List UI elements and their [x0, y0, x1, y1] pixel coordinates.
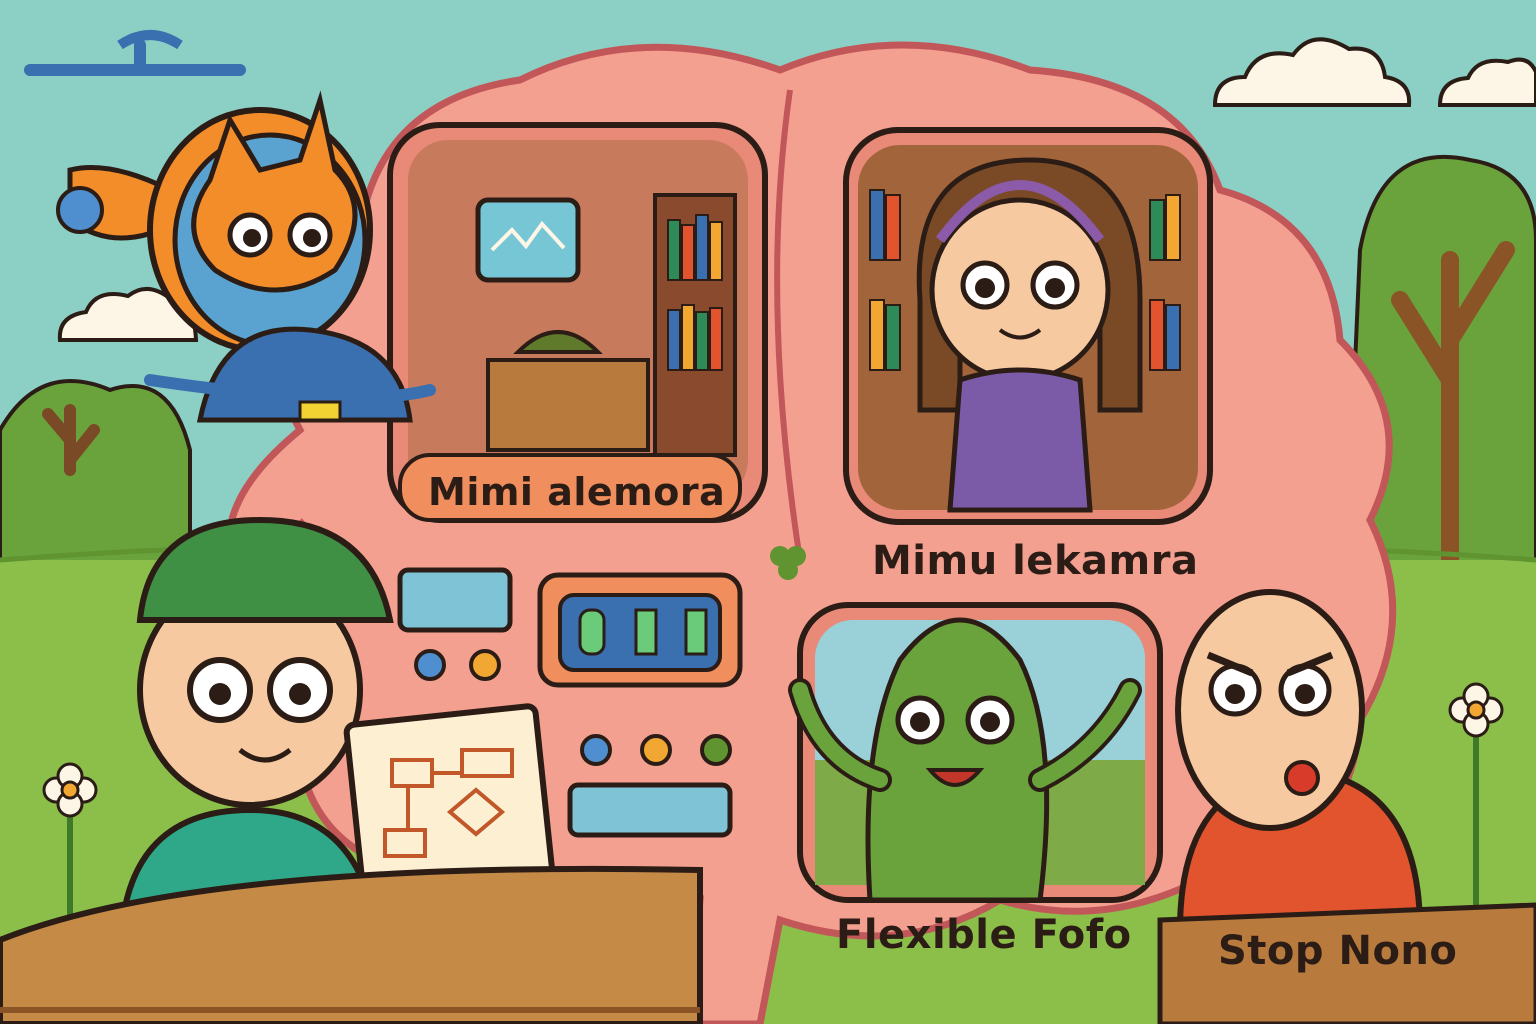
label-stop-nono: Stop Nono — [1218, 928, 1458, 974]
illustration-scene — [0, 0, 1536, 1024]
panel-green-character — [788, 602, 1163, 903]
panel-library-girl — [843, 127, 1213, 525]
tree-icon — [0, 379, 192, 572]
label-mimu-lekamra: Mimu lekamra — [872, 538, 1199, 584]
label-flexible-fofo: Flexible Fofo — [836, 912, 1132, 958]
label-mimi-alemora: Mimi alemora — [428, 470, 726, 514]
